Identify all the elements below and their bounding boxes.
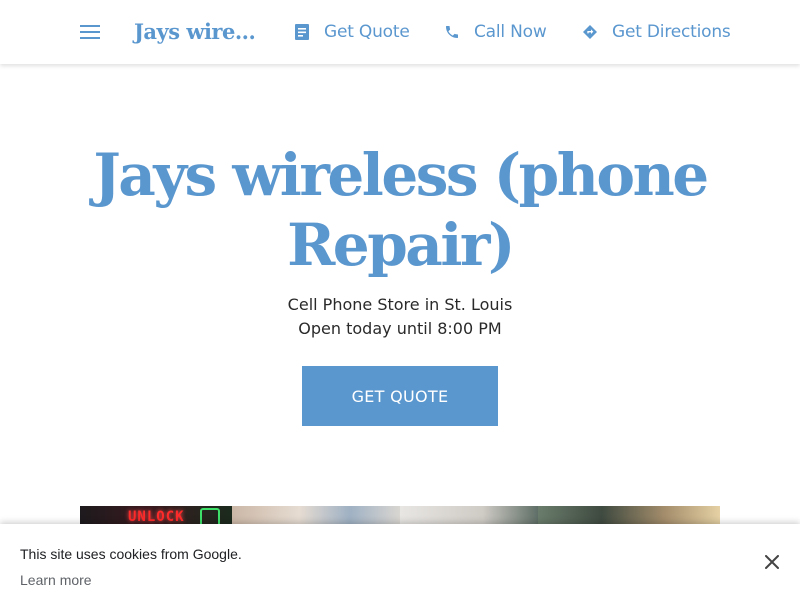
- nav-get-quote-link[interactable]: Get Quote: [294, 18, 410, 46]
- nav-get-directions-link[interactable]: Get Directions: [582, 18, 731, 46]
- nav-get-directions-label: Get Directions: [612, 22, 731, 42]
- nav-get-quote-label: Get Quote: [324, 22, 410, 42]
- business-title: Jays wireless (phone Repair): [93, 141, 709, 279]
- neon-sign-text: UNLOCK: [128, 509, 185, 525]
- document-icon: [294, 24, 310, 40]
- top-navbar: Jays wire... Get Quote Call Now Get Dire…: [0, 0, 800, 64]
- get-quote-button[interactable]: GET QUOTE: [302, 366, 498, 426]
- hamburger-menu-icon: [80, 25, 100, 39]
- nav-call-now-label: Call Now: [474, 22, 547, 42]
- business-category: Cell Phone Store in St. Louis: [287, 295, 513, 314]
- brand-name[interactable]: Jays wire...: [134, 18, 256, 46]
- nav-call-now-link[interactable]: Call Now: [444, 18, 547, 46]
- business-hours: Open today until 8:00 PM: [298, 319, 502, 338]
- directions-icon: [582, 24, 598, 40]
- cookie-banner: This site uses cookies from Google. Lear…: [0, 524, 800, 600]
- menu-button[interactable]: [76, 18, 104, 46]
- close-icon: [765, 555, 779, 569]
- cookie-message: This site uses cookies from Google.: [20, 546, 242, 562]
- phone-icon: [444, 24, 460, 40]
- cookie-close-button[interactable]: [762, 552, 782, 572]
- learn-more-link[interactable]: Learn more: [20, 572, 92, 588]
